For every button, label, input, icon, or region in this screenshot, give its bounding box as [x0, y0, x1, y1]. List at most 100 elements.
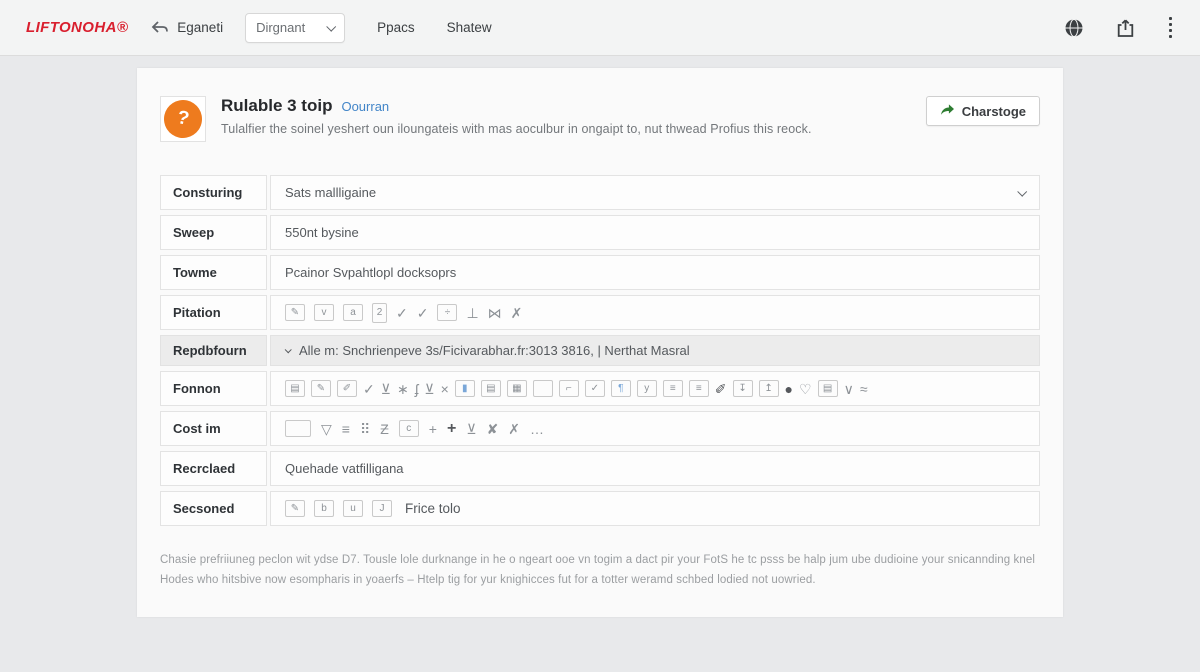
row-icon-strip: ▤ ✎ ✐ ✓ ⊻ ∗ ʄ ⊻ × ▮ ▤ ▦ ⌐ ✓ ¶ y ≡ ≡ ✐ ↧ ↥ ● ♡ ▤ ∨ ≈	[270, 371, 1040, 406]
check-base-icon[interactable]: ⊻	[381, 382, 391, 396]
share-icon[interactable]	[1116, 18, 1135, 38]
y-box-icon[interactable]: y	[637, 380, 657, 397]
row-label: Recrclaed	[160, 451, 267, 486]
tilde-icon[interactable]: ≈	[860, 382, 868, 396]
check-icon[interactable]: ✓	[396, 306, 408, 320]
forward-arrow-icon	[940, 103, 955, 119]
nav-item-ppacs[interactable]: Ppacs	[377, 20, 415, 35]
plus-icon[interactable]: +	[429, 422, 437, 436]
row-value-expandable[interactable]: Alle m: Snchrienpeve 3s/Ficivarabhar.fr:…	[270, 335, 1040, 366]
c-box-icon[interactable]: c	[399, 420, 419, 437]
bowtie-icon[interactable]: ⋈	[488, 306, 502, 320]
brush-icon[interactable]: ✐	[715, 382, 727, 396]
insert-up-icon[interactable]: ↥	[759, 380, 779, 397]
row-label: Repdbfourn	[160, 335, 267, 366]
card-edit-icon[interactable]: ✎	[285, 500, 305, 517]
heart-outline-icon[interactable]: ♡	[799, 382, 812, 396]
x-icon[interactable]: ✗	[511, 306, 523, 320]
card-edit-icon[interactable]: ✎	[285, 304, 305, 321]
signature-icon[interactable]: Ƶ	[380, 422, 389, 436]
pen-icon[interactable]: ✎	[311, 380, 331, 397]
row-value[interactable]: Quehade vatfilligana	[270, 451, 1040, 486]
card-lock-icon[interactable]: a	[343, 304, 363, 321]
lines-box-icon[interactable]: ≡	[663, 380, 683, 397]
row-value[interactable]: 550nt bysine	[270, 215, 1040, 250]
corner-icon[interactable]: ⌐	[559, 380, 579, 397]
bracket-j-icon[interactable]: J	[372, 500, 392, 517]
row-label: Consturing	[160, 175, 267, 210]
paragraph-icon[interactable]: ¶	[611, 380, 631, 397]
question-avatar-icon: ?	[160, 96, 205, 141]
insert-down-icon[interactable]: ↧	[733, 380, 753, 397]
row-label: Sweep	[160, 215, 267, 250]
back-nav[interactable]: Eganeti	[150, 20, 223, 36]
topbar-actions	[1064, 15, 1175, 41]
settings-table: Consturing Sats mallligaine Sweep 550nt …	[160, 175, 1040, 526]
table-row-sweep: Sweep 550nt bysine	[160, 215, 1040, 250]
row-label: Pitation	[160, 295, 267, 330]
back-nav-label: Eganeti	[177, 20, 223, 35]
card-header: ? Rulable 3 toip Oourran Tulalfier the s…	[160, 96, 1040, 142]
text-height-icon[interactable]: ⊥	[466, 306, 478, 320]
pen-link-icon[interactable]: ✐	[337, 380, 357, 397]
brand-logo[interactable]: LIFTONOHA®	[26, 19, 128, 36]
row-value-dropdown[interactable]: Sats mallligaine	[270, 175, 1040, 210]
chevron-down-icon[interactable]	[285, 346, 292, 353]
rectangle-icon[interactable]	[285, 420, 311, 437]
avatar: ?	[160, 96, 206, 142]
check-icon[interactable]: ✓	[363, 382, 375, 396]
image-pair-icon[interactable]: ▦	[507, 380, 527, 397]
card-footer-note: Chasie prefriiuneg peclon wit ydse D7. T…	[160, 550, 1040, 590]
table-row-costim: Cost im ▽ ≡ ⠿ Ƶc + + ⊻ ✘ ✗ …	[160, 411, 1040, 446]
nav-dropdown[interactable]: Dirgnant	[245, 13, 345, 43]
card-b-icon[interactable]: b	[314, 500, 334, 517]
page-title: Rulable 3 toip	[221, 96, 332, 116]
x-icon[interactable]: ×	[441, 382, 449, 396]
chevron-down-icon[interactable]	[1017, 187, 1027, 197]
card-v-icon[interactable]: v	[314, 304, 334, 321]
card-u-icon[interactable]: u	[343, 500, 363, 517]
nabla-icon[interactable]: ▽	[321, 422, 332, 436]
lines-icon[interactable]: ≡	[342, 422, 350, 436]
title-link[interactable]: Oourran	[341, 99, 389, 114]
table-row-towme: Towme Pcainor Svpahtlopl docksoprs	[160, 255, 1040, 290]
table-row-fonnon: Fonnon ▤ ✎ ✐ ✓ ⊻ ∗ ʄ ⊻ × ▮ ▤ ▦ ⌐ ✓ ¶ y ≡ ≡ ✐ ↧ ↥ ● ♡ ▤ ∨ ≈	[160, 371, 1040, 406]
plus-bold-icon[interactable]: +	[447, 421, 456, 437]
empty-box-icon[interactable]	[533, 380, 553, 397]
card-lines-icon[interactable]: ▤	[481, 380, 501, 397]
globe-dot-icon[interactable]: ●	[785, 382, 793, 396]
ellipsis-icon[interactable]: …	[530, 422, 544, 436]
page-subtitle: Tulalfier the soinel yeshert oun ilounga…	[221, 122, 812, 136]
check-base-icon[interactable]: ⊻	[466, 422, 476, 436]
kebab-menu-icon[interactable]	[1167, 15, 1175, 41]
table-row-consturing: Consturing Sats mallligaine	[160, 175, 1040, 210]
checkbox-icon[interactable]: ✓	[585, 380, 605, 397]
top-bar: LIFTONOHA® Eganeti Dirgnant Ppacs Shatew	[0, 0, 1200, 56]
divide-box-icon[interactable]: ÷	[437, 304, 457, 321]
table-row-recrclaed: Recrclaed Quehade vatfilligana	[160, 451, 1040, 486]
row-label: Cost im	[160, 411, 267, 446]
check-base-icon[interactable]: ⊻	[424, 382, 434, 396]
page-2-icon[interactable]: 2	[372, 303, 387, 323]
dots-grid-icon[interactable]: ⠿	[360, 422, 370, 436]
table-row-secsoned: Secsoned ✎buJ Frice tolo	[160, 491, 1040, 526]
table-row-repdbfourn: Repdbfourn Alle m: Snchrienpeve 3s/Ficiv…	[160, 335, 1040, 366]
row-icon-strip: ✎ va2 ✓ ✓ ÷ ⊥ ⋈ ✗	[270, 295, 1040, 330]
card-f-icon[interactable]: ▤	[818, 380, 838, 397]
card-lines-icon[interactable]: ▤	[285, 380, 305, 397]
chevron-down-icon	[326, 22, 336, 32]
asterisk-icon[interactable]: ∗	[397, 382, 409, 396]
check-icon[interactable]: ✓	[417, 306, 429, 320]
blue-bar-icon[interactable]: ▮	[455, 380, 475, 397]
row-label: Fonnon	[160, 371, 267, 406]
table-row-pitation: Pitation ✎ va2 ✓ ✓ ÷ ⊥ ⋈ ✗	[160, 295, 1040, 330]
lines-box-icon[interactable]: ≡	[689, 380, 709, 397]
nav-item-shatew[interactable]: Shatew	[447, 20, 492, 35]
hook-icon[interactable]: ʄ	[415, 382, 419, 396]
charstoge-button[interactable]: Charstoge	[926, 96, 1040, 126]
chevron-down-icon[interactable]: ∨	[844, 382, 854, 396]
row-value[interactable]: Pcainor Svpahtlopl docksoprs	[270, 255, 1040, 290]
globe-icon[interactable]	[1064, 18, 1084, 38]
x-icon[interactable]: ✗	[508, 422, 520, 436]
scissors-icon[interactable]: ✘	[487, 422, 499, 436]
